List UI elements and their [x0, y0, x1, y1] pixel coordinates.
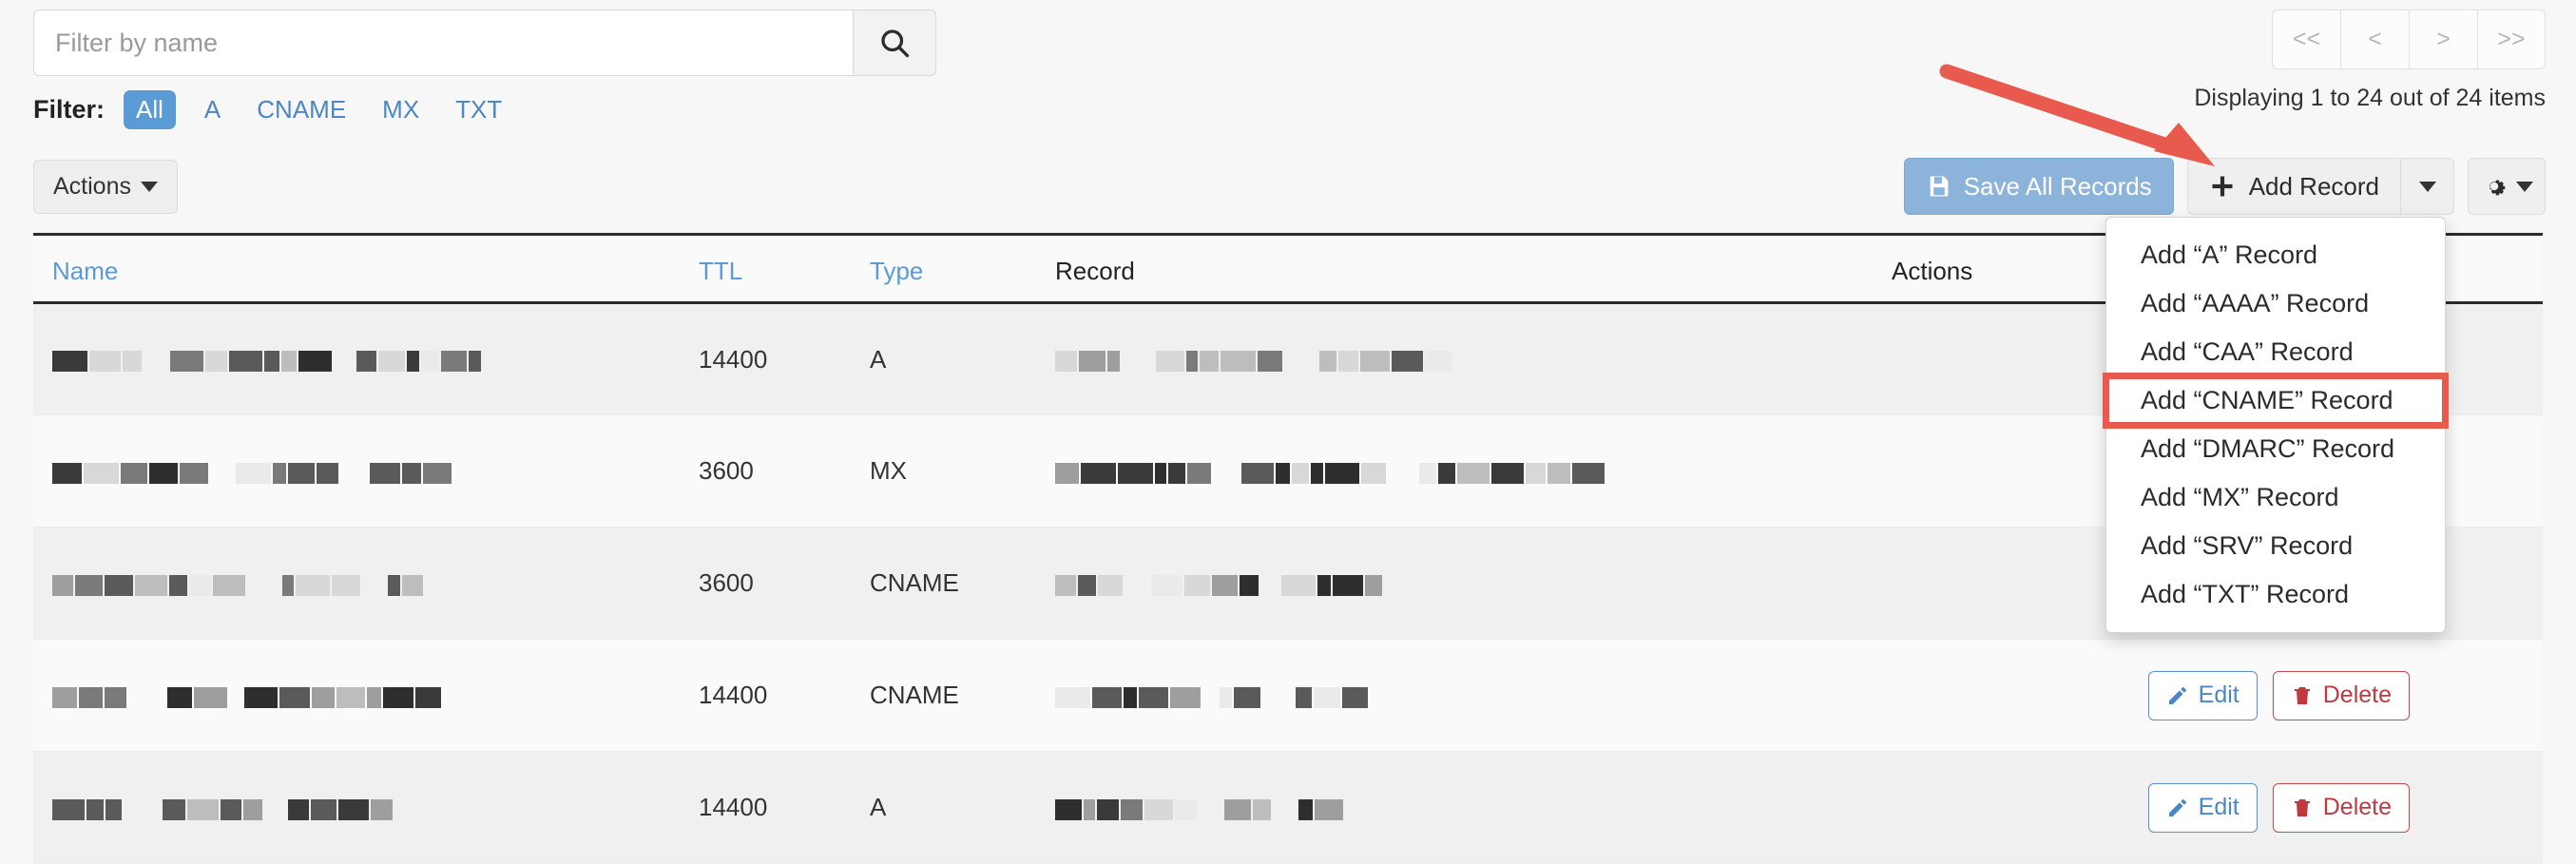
add-record-label: Add Record: [2248, 171, 2379, 201]
delete-button-label: Delete: [2322, 682, 2392, 708]
redacted-text: [52, 794, 428, 823]
delete-button-label: Delete: [2322, 794, 2392, 820]
redacted-text: [1055, 345, 1486, 374]
filter-option-txt[interactable]: TXT: [452, 93, 506, 126]
pagination-next[interactable]: >: [2409, 10, 2477, 69]
cell-ttl: 14400: [699, 639, 870, 752]
cell-ttl: 14400: [699, 302, 870, 415]
pagination-first[interactable]: <<: [2272, 10, 2340, 69]
column-header-ttl[interactable]: TTL: [699, 233, 870, 304]
pagination: << < > >>: [2272, 10, 2546, 69]
actions-button[interactable]: Actions: [33, 160, 178, 214]
cell-record: [1055, 639, 1892, 752]
cell-type: CNAME: [870, 527, 1055, 640]
cell-record: [1055, 527, 1892, 640]
chevron-down-icon: [2516, 181, 2533, 192]
cell-type: MX: [870, 414, 1055, 528]
menu-item-add-record-3[interactable]: Add “CNAME” Record: [2103, 373, 2449, 429]
table-row: 14400 CNAME Edit Delete: [33, 639, 2543, 752]
edit-button[interactable]: Edit: [2147, 782, 2258, 833]
redacted-text: [52, 345, 499, 374]
menu-item-add-record-7[interactable]: Add “TXT” Record: [2106, 570, 2445, 619]
search-button[interactable]: [853, 10, 936, 76]
column-header-name[interactable]: Name: [33, 233, 699, 304]
filter-row: Filter: All A CNAME MX TXT: [33, 87, 534, 131]
chevron-down-icon: [140, 182, 158, 192]
cell-type: A: [870, 302, 1055, 415]
redacted-text: [52, 682, 473, 711]
cell-type: A: [870, 751, 1055, 864]
cell-name: [33, 527, 699, 640]
save-all-records-label: Save All Records: [1963, 171, 2152, 201]
search-bar: [33, 10, 936, 76]
actions-button-label: Actions: [53, 173, 131, 200]
cell-type: CNAME: [870, 639, 1055, 752]
cell-name: [33, 751, 699, 864]
menu-item-add-record-5[interactable]: Add “MX” Record: [2106, 473, 2445, 522]
pagination-status: Displaying 1 to 24 out of 24 items: [2194, 85, 2546, 111]
column-header-record: Record: [1055, 233, 1892, 304]
cell-record: [1055, 751, 1892, 864]
edit-button-label: Edit: [2198, 794, 2240, 820]
menu-item-add-record-0[interactable]: Add “A” Record: [2106, 231, 2445, 279]
pagination-prev[interactable]: <: [2340, 10, 2409, 69]
add-record-group: Add Record: [2186, 158, 2454, 215]
pencil-icon: [2168, 686, 2186, 704]
gear-icon: [2489, 180, 2506, 196]
search-icon: [881, 29, 910, 58]
settings-button[interactable]: [2468, 158, 2546, 215]
cell-record: [1055, 302, 1892, 415]
delete-button[interactable]: Delete: [2272, 670, 2410, 720]
redacted-text: [52, 569, 444, 599]
edit-button-label: Edit: [2198, 682, 2240, 708]
pencil-icon: [2168, 798, 2186, 816]
delete-button[interactable]: Delete: [2272, 782, 2410, 833]
cell-name: [33, 302, 699, 415]
cell-ttl: 3600: [699, 527, 870, 640]
plus-icon: [2212, 176, 2233, 197]
cell-actions: Edit Delete: [1892, 639, 2543, 752]
redacted-text: [1055, 569, 1414, 599]
filter-label: Filter:: [33, 94, 106, 124]
add-record-menu: Add “A” Record Add “AAAA” Record Add “CAA”…: [2103, 217, 2449, 633]
pagination-last[interactable]: >>: [2477, 10, 2546, 69]
filter-option-mx[interactable]: MX: [378, 93, 423, 126]
chevron-down-icon: [2418, 181, 2436, 192]
search-input[interactable]: [33, 10, 853, 76]
menu-item-add-record-4[interactable]: Add “DMARC” Record: [2106, 425, 2445, 473]
menu-item-add-record-6[interactable]: Add “SRV” Record: [2106, 522, 2445, 570]
cell-ttl: 3600: [699, 414, 870, 528]
filter-option-all[interactable]: All: [124, 89, 176, 129]
cell-actions: Edit Delete: [1892, 751, 2543, 864]
right-toolbar: Save All Records Add Record: [1903, 158, 2546, 215]
menu-item-add-record-2[interactable]: Add “CAA” Record: [2106, 328, 2445, 376]
trash-icon: [2294, 798, 2310, 816]
trash-icon: [2294, 686, 2310, 704]
floppy-disk-icon: [1930, 176, 1949, 197]
redacted-text: [52, 457, 470, 487]
add-record-dropdown-toggle[interactable]: [2401, 158, 2454, 215]
cell-ttl: 14400: [699, 751, 870, 864]
add-record-button[interactable]: Add Record: [2186, 158, 2401, 215]
redacted-text: [1055, 457, 1641, 487]
redacted-text: [1055, 682, 1388, 711]
column-header-type[interactable]: Type: [870, 233, 1055, 304]
filter-option-a[interactable]: A: [201, 93, 224, 126]
redacted-text: [1055, 794, 1370, 823]
cell-name: [33, 414, 699, 528]
save-all-records-button[interactable]: Save All Records: [1903, 158, 2174, 215]
edit-button[interactable]: Edit: [2147, 670, 2258, 720]
menu-item-add-record-1[interactable]: Add “AAAA” Record: [2106, 279, 2445, 328]
cell-record: [1055, 414, 1892, 528]
cell-name: [33, 639, 699, 752]
filter-option-cname[interactable]: CNAME: [253, 93, 350, 126]
table-row: 14400A Edit Delete: [33, 751, 2543, 864]
